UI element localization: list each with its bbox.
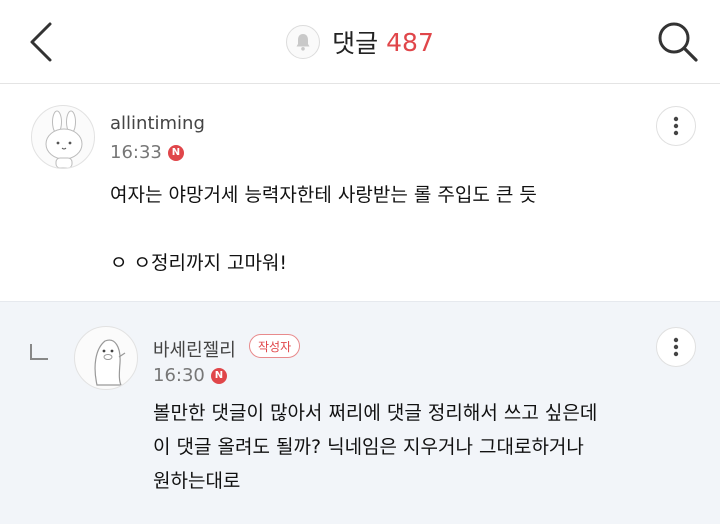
comment-text: 볼만한 댓글이 많아서 쩌리에 댓글 정리해서 쓰고 싶은데 이 댓글 올려도 … [153, 402, 598, 492]
comment-username[interactable]: allintiming [110, 113, 205, 134]
comment-count: 487 [386, 27, 434, 57]
reply-item: 바세린젤리 작성자 16:30 N 볼만한 댓글이 많아서 쩌리에 댓글 정리해… [0, 301, 720, 524]
avatar[interactable] [31, 105, 95, 169]
comment-text: 여자는 야망거세 능력자한테 사랑받는 롤 주입도 큰 듯 ㅇ ㅇ정리까지 고마… [110, 184, 537, 274]
search-button[interactable] [654, 18, 702, 66]
comment-username[interactable]: 바세린젤리 [153, 336, 236, 362]
avatar[interactable] [74, 326, 138, 390]
search-icon [658, 22, 698, 62]
new-badge: N [167, 144, 184, 161]
comment-time: 16:33 [110, 142, 162, 163]
top-bar: 댓글 487 [0, 0, 720, 84]
bell-icon [296, 34, 310, 51]
author-badge: 작성자 [249, 334, 301, 358]
more-vertical-icon [673, 337, 679, 357]
page-title: 댓글 [332, 29, 379, 58]
comment-time: 16:30 [153, 365, 205, 386]
comment-meta: 16:30 N [153, 365, 227, 386]
comment-item: allintiming 16:33 N 여자는 야망거세 능력자한테 사랑받는 … [0, 85, 720, 301]
more-vertical-icon [673, 116, 679, 136]
comment-more-button[interactable] [656, 106, 696, 146]
notification-toggle[interactable] [286, 25, 321, 59]
penguin-avatar-icon [94, 339, 126, 386]
comment-more-button[interactable] [656, 327, 696, 367]
comment-meta: 16:33 N [110, 142, 184, 163]
reply-indent-icon [30, 344, 48, 360]
new-badge: N [210, 367, 227, 384]
header-title-group: 댓글 487 [0, 22, 720, 62]
rabbit-avatar-icon [45, 110, 83, 168]
